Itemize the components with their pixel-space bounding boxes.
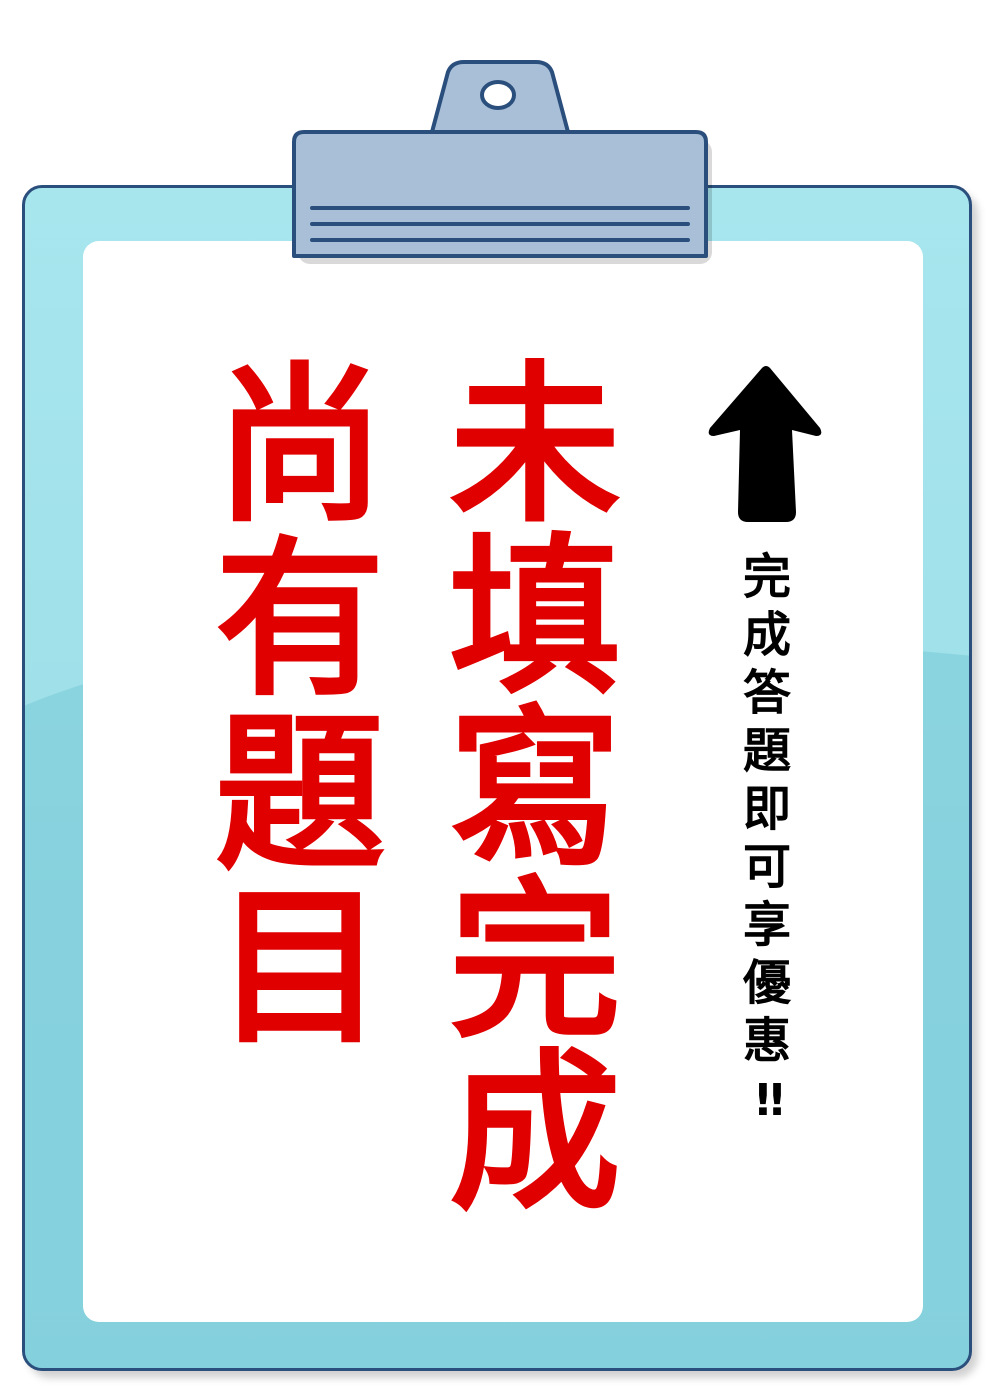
note-char: 享: [742, 897, 791, 953]
title-char: 未: [449, 345, 621, 546]
note-char: 題: [742, 723, 791, 779]
title-line-questions-remaining: 尚 有 題 目: [205, 362, 395, 1058]
note-char: 優: [742, 955, 791, 1011]
offer-note: 完 成 答 題 即 可 享 優 惠 !!: [732, 553, 802, 1137]
note-char: 成: [742, 607, 791, 663]
title-char: 目: [214, 870, 385, 1068]
title-char: 寫: [449, 689, 621, 890]
note-char: 即: [742, 781, 791, 837]
clipboard-sign: 未 填 寫 完 成 尚 有 題 目 完 成 答 題 即 可 享 優 惠 !!: [0, 0, 1000, 1391]
title-char: 完: [449, 861, 621, 1062]
note-exclamation: !!: [752, 1075, 787, 1126]
up-arrow-icon: [708, 366, 822, 522]
note-char: 惠: [742, 1013, 791, 1069]
title-char: 尚: [214, 348, 385, 546]
title-char: 有: [214, 522, 385, 720]
title-char: 成: [449, 1033, 621, 1234]
note-char: 可: [742, 839, 791, 895]
note-char: 答: [742, 665, 791, 721]
title-char: 填: [449, 517, 621, 718]
note-char: 完: [742, 549, 791, 605]
title-char: 題: [214, 696, 385, 894]
title-line-incomplete: 未 填 寫 完 成: [440, 360, 630, 1220]
